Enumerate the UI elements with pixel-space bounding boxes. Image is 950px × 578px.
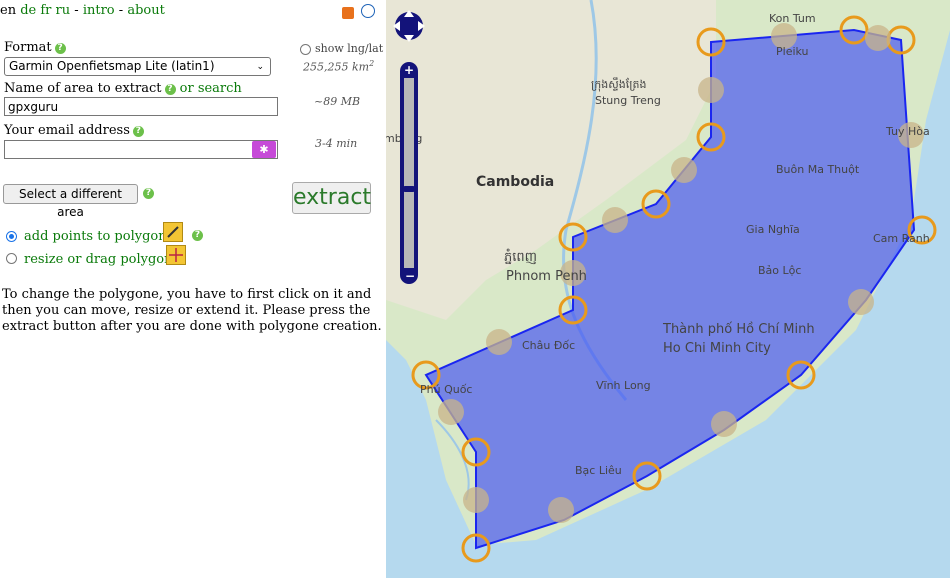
intro-link[interactable]: intro xyxy=(83,3,115,18)
lang-ru[interactable]: ru xyxy=(56,3,71,18)
name-input[interactable] xyxy=(4,97,278,116)
place-label: Tuy Hòa xyxy=(885,125,930,138)
nav-separator: - xyxy=(74,3,79,18)
extract-button[interactable]: extract xyxy=(292,182,371,214)
chevron-down-icon: ⌄ xyxy=(256,62,264,72)
sidebar: en de fr ru - intro - about Format? Garm… xyxy=(0,0,386,578)
help-icon[interactable]: ? xyxy=(164,84,176,95)
place-label: Buôn Ma Thuột xyxy=(776,163,860,176)
place-label: Pleiku xyxy=(776,45,809,58)
place-label: Vĩnh Long xyxy=(596,379,651,392)
resize-radio[interactable] xyxy=(6,253,17,264)
zoom-bar[interactable]: + − xyxy=(400,62,418,284)
place-label: ភ្នំពេញ xyxy=(504,248,537,265)
size-estimate: ~89 MB xyxy=(314,95,361,108)
resize-label: resize or drag polygon xyxy=(24,252,173,267)
time-estimate: 3-4 min xyxy=(315,137,358,150)
help-icon[interactable]: ? xyxy=(143,188,154,199)
map-canvas[interactable]: Kon Tum Pleiku ក្រុងស្ទឹងត្រែង Stung Tre… xyxy=(386,0,950,578)
format-label: Format? xyxy=(4,40,66,55)
zoom-out-icon[interactable]: − xyxy=(405,269,415,283)
place-label: Gia Nghĩa xyxy=(746,223,800,236)
zoom-in-icon[interactable]: + xyxy=(404,63,414,77)
nav-separator: - xyxy=(118,3,124,18)
format-select[interactable]: Garmin Openfietsmap Lite (latin1) ⌄ xyxy=(4,57,271,76)
place-label: Phú Quốc xyxy=(420,383,472,396)
language-nav: en de fr ru - intro - about xyxy=(0,3,165,18)
lang-fr[interactable]: fr xyxy=(40,3,51,18)
place-label: ក្រុងស្ទឹងត្រែង xyxy=(591,77,646,92)
name-label: Name of area to extract? or search xyxy=(4,81,242,96)
lang-de[interactable]: de xyxy=(20,3,36,18)
place-label: Châu Đốc xyxy=(522,339,575,352)
map-view[interactable]: Kon Tum Pleiku ក្រុងស្ទឹងត្រែង Stung Tre… xyxy=(386,0,950,578)
place-label: Cam Ranh xyxy=(873,232,930,245)
pencil-icon[interactable] xyxy=(163,222,183,242)
zoom-slider-handle[interactable] xyxy=(402,186,416,192)
area-size: 255,255 km2 xyxy=(303,59,375,74)
show-lnglat-label: show lng/lat xyxy=(315,42,384,55)
help-text: To change the polygone, you have to firs… xyxy=(2,287,382,334)
rss-icon[interactable] xyxy=(342,7,354,19)
globe-icon[interactable] xyxy=(361,4,375,18)
about-link[interactable]: about xyxy=(127,3,165,18)
place-label: Thành phố Hồ Chí Minh xyxy=(662,322,815,337)
place-label: Kon Tum xyxy=(769,12,816,25)
country-label: Cambodia xyxy=(476,174,554,190)
add-points-radio[interactable] xyxy=(6,231,17,242)
help-icon[interactable]: ? xyxy=(54,43,66,54)
place-label: Ho Chi Minh City xyxy=(663,341,771,356)
show-lnglat-checkbox[interactable] xyxy=(300,44,311,55)
help-icon[interactable]: ? xyxy=(132,126,144,137)
password-manager-icon[interactable]: ✱ xyxy=(252,141,276,158)
place-label: Bảo Lộc xyxy=(758,264,801,277)
place-label: Stung Treng xyxy=(595,94,661,107)
place-label: Bạc Liêu xyxy=(575,464,622,477)
move-icon[interactable] xyxy=(166,245,186,265)
select-area-button[interactable]: Select a different area xyxy=(3,184,138,219)
email-label: Your email address? xyxy=(4,123,144,138)
add-points-label: add points to polygon xyxy=(24,229,167,244)
help-icon[interactable]: ? xyxy=(192,230,203,241)
or-search-link[interactable]: or search xyxy=(180,81,242,96)
lang-en: en xyxy=(0,3,17,18)
email-input[interactable] xyxy=(4,140,278,159)
place-label: Phnom Penh xyxy=(506,269,587,284)
